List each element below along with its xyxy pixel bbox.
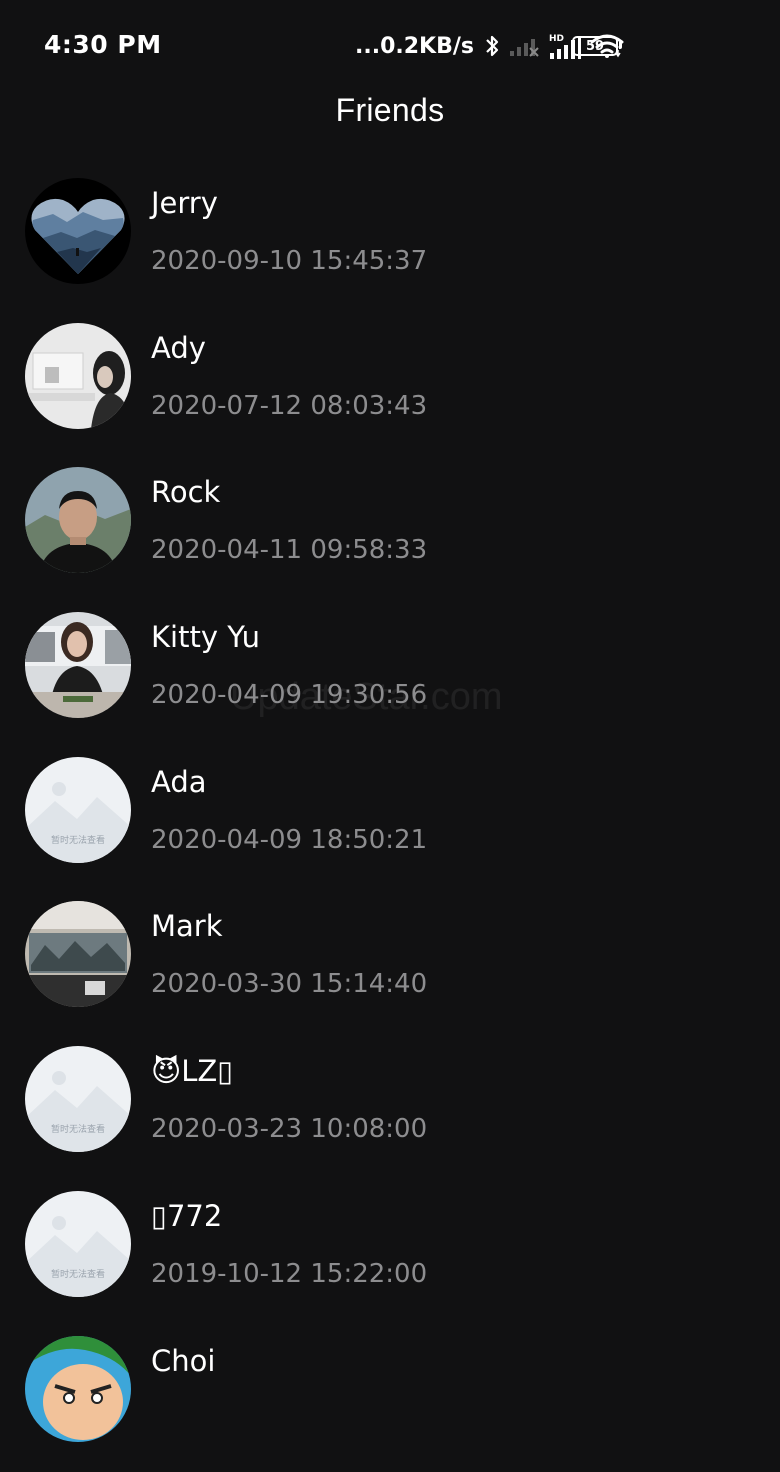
friend-row[interactable]: 暂时无法查看 😈LZ▯ 2020-03-23 10:08:00 <box>0 1038 780 1183</box>
friend-time: 2020-09-10 15:45:37 <box>151 246 427 276</box>
friend-name: Ady <box>151 331 206 365</box>
friend-row[interactable]: Choi <box>0 1328 780 1472</box>
battery-level: 59 <box>586 40 604 53</box>
friend-name: Rock <box>151 475 220 509</box>
placeholder-label: 暂时无法查看 <box>51 1123 105 1135</box>
avatar[interactable] <box>25 901 131 1007</box>
friend-row[interactable]: Ady 2020-07-12 08:03:43 <box>0 315 780 460</box>
friend-list[interactable]: Jerry 2020-09-10 15:45:37 Ady 2020-07-12… <box>0 170 780 1472</box>
friend-row[interactable]: 暂时无法查看 Ada 2020-04-09 18:50:21 <box>0 749 780 894</box>
friend-time: 2020-04-09 19:30:56 <box>151 680 427 710</box>
avatar[interactable]: 暂时无法查看 <box>25 757 131 863</box>
battery-icon: 59 <box>572 36 618 56</box>
friend-name: Kitty Yu <box>151 620 260 654</box>
bluetooth-icon <box>484 33 500 59</box>
avatar[interactable] <box>25 612 131 718</box>
placeholder-label: 暂时无法查看 <box>51 1268 105 1280</box>
friend-name: Jerry <box>151 186 218 220</box>
friend-row[interactable]: 暂时无法查看 ▯772 2019-10-12 15:22:00 <box>0 1183 780 1328</box>
page-title: Friends <box>0 92 780 129</box>
friend-name: ▯772 <box>151 1199 222 1233</box>
friend-row[interactable]: Jerry 2020-09-10 15:45:37 <box>0 170 780 315</box>
friend-time: 2019-10-12 15:22:00 <box>151 1259 427 1289</box>
friend-name: Mark <box>151 909 223 943</box>
friend-time: 2020-07-12 08:03:43 <box>151 391 427 421</box>
friend-time: 2020-04-09 18:50:21 <box>151 825 427 855</box>
avatar[interactable] <box>25 178 131 284</box>
friend-row[interactable]: Kitty Yu 2020-04-09 19:30:56 <box>0 604 780 749</box>
avatar[interactable]: 暂时无法查看 <box>25 1046 131 1152</box>
network-speed: ...0.2KB/s <box>355 34 474 59</box>
status-time: 4:30 PM <box>44 30 162 59</box>
friend-row[interactable]: Rock 2020-04-11 09:58:33 <box>0 459 780 604</box>
avatar[interactable]: 暂时无法查看 <box>25 1191 131 1297</box>
friend-row[interactable]: Mark 2020-03-30 15:14:40 <box>0 893 780 1038</box>
friend-time: 2020-03-23 10:08:00 <box>151 1114 427 1144</box>
friend-name: 😈LZ▯ <box>151 1054 233 1088</box>
avatar[interactable] <box>25 1336 131 1442</box>
status-bar: 4:30 PM ...0.2KB/s HD <box>0 0 780 92</box>
placeholder-label: 暂时无法查看 <box>51 834 105 846</box>
svg-text:HD: HD <box>549 34 564 44</box>
avatar[interactable] <box>25 323 131 429</box>
friend-time: 2020-04-11 09:58:33 <box>151 535 427 565</box>
friend-name: Ada <box>151 765 207 799</box>
signal-empty-icon <box>508 34 540 58</box>
friend-name: Choi <box>151 1344 215 1378</box>
friend-time: 2020-03-30 15:14:40 <box>151 969 427 999</box>
avatar[interactable] <box>25 467 131 573</box>
